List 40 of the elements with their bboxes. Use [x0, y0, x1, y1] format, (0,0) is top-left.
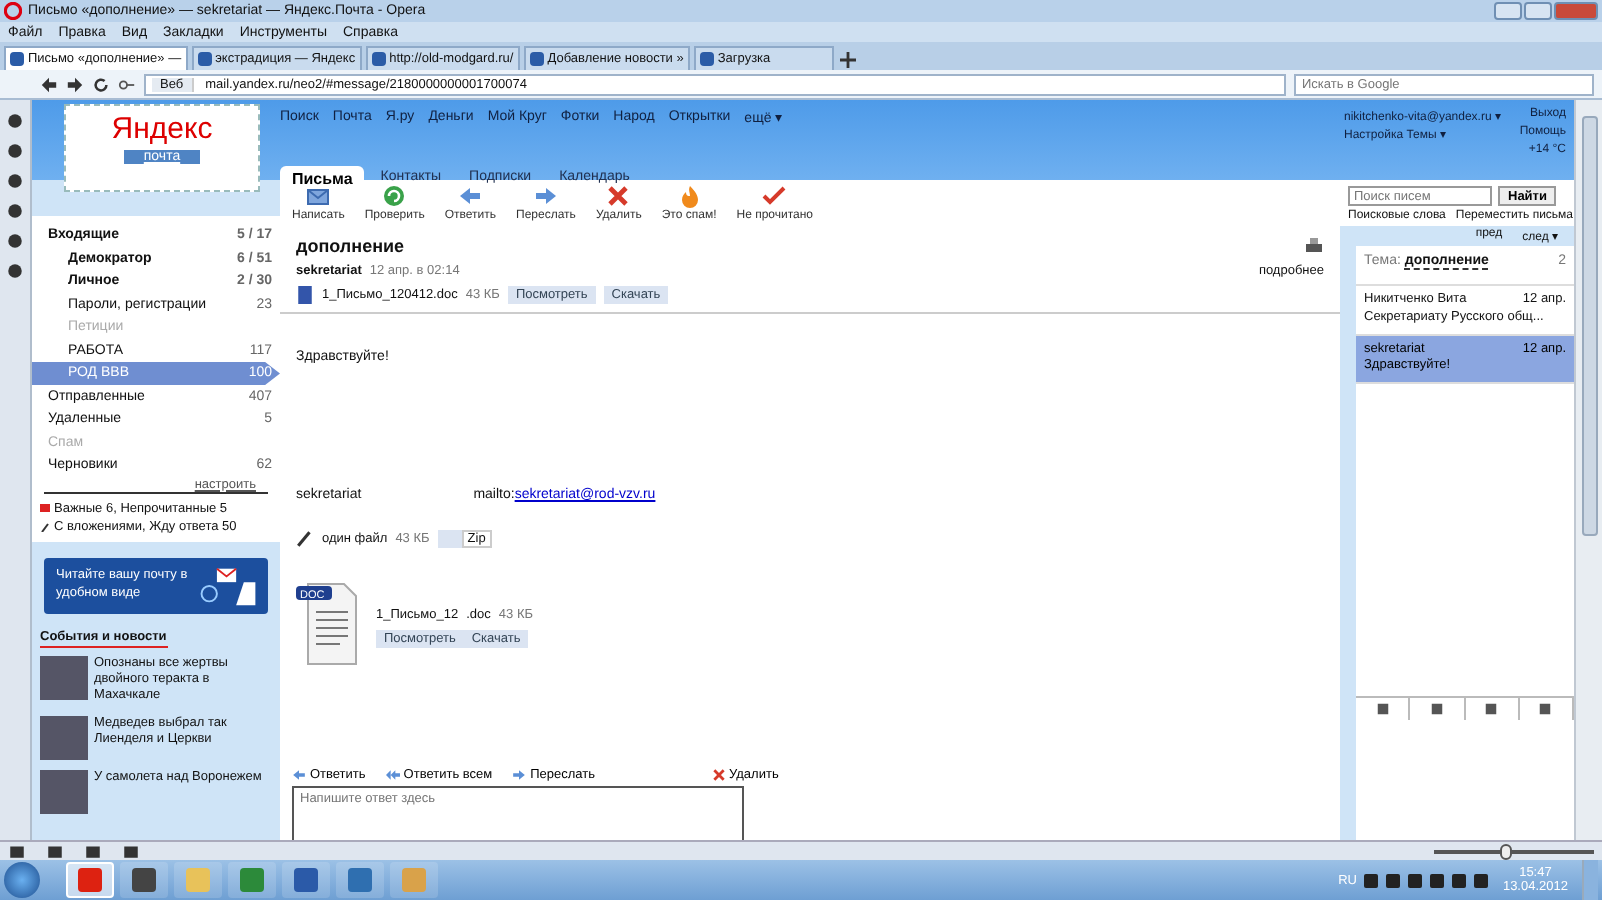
flame-icon — [677, 184, 702, 208]
minimize-button[interactable] — [1494, 2, 1522, 20]
double-left-arrow-icon — [385, 768, 400, 782]
message-subject: дополнение — [296, 236, 407, 256]
photo-placeholder — [40, 655, 88, 699]
checkmark-icon — [762, 184, 787, 208]
envelope-icon — [306, 184, 331, 208]
start-button[interactable] — [4, 862, 40, 898]
right-arrow-icon — [533, 184, 558, 208]
printer-icon[interactable] — [1304, 236, 1324, 256]
forward-icon[interactable] — [66, 75, 84, 93]
document-icon — [296, 286, 314, 304]
maximize-button[interactable] — [1524, 2, 1552, 20]
cross-icon — [606, 184, 631, 208]
scroll-thumb[interactable] — [1581, 116, 1597, 536]
right-arrow-icon — [512, 768, 527, 782]
browser-logo-icon — [4, 2, 22, 20]
favicon-icon — [10, 52, 24, 66]
left-arrow-icon — [292, 768, 306, 782]
taskbar-app-button[interactable] — [282, 862, 330, 898]
slider-thumb[interactable] — [1500, 843, 1512, 859]
taskbar-app-button[interactable] — [120, 862, 168, 898]
reload-icon[interactable] — [92, 75, 110, 93]
taskbar-app-button[interactable] — [66, 862, 114, 898]
photo-placeholder — [40, 715, 88, 760]
taskbar-app-button[interactable] — [228, 862, 276, 898]
taskbar-app-button[interactable] — [336, 862, 384, 898]
logo: Яндекс — [111, 112, 213, 146]
left-arrow-icon — [458, 184, 483, 208]
favicon-icon — [371, 52, 386, 66]
back-icon[interactable] — [40, 75, 58, 93]
photo-placeholder — [40, 769, 88, 814]
favicon-icon — [529, 52, 544, 66]
favicon-icon — [699, 52, 714, 66]
cross-icon — [711, 768, 726, 782]
refresh-icon — [382, 184, 407, 208]
scrollbar[interactable] — [1574, 100, 1602, 840]
favicon-icon — [197, 52, 212, 66]
flag-icon — [40, 503, 50, 513]
key-icon[interactable] — [118, 75, 136, 93]
